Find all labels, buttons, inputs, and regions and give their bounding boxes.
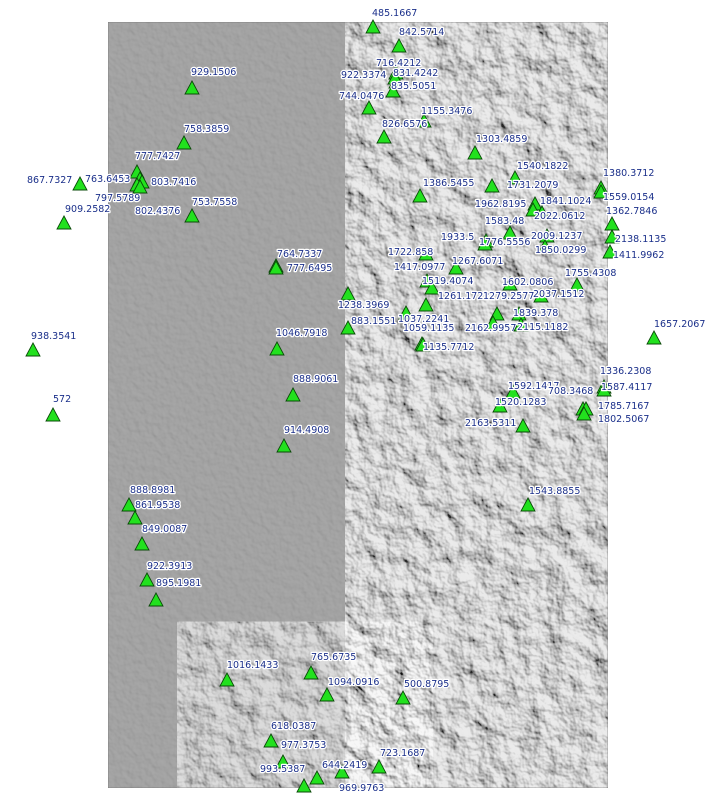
station-marker[interactable]: 909.2582 bbox=[56, 203, 112, 230]
station-elevation-label: 1962.8195 bbox=[475, 199, 526, 210]
station-marker[interactable]: 1839.378 bbox=[511, 306, 560, 321]
station-elevation-label: 929.1506 bbox=[191, 67, 236, 78]
station-elevation-label: 1135.7712 bbox=[423, 342, 474, 353]
station-elevation-label: 2009.1237 bbox=[531, 231, 582, 242]
station-elevation-label: 2115.1182 bbox=[517, 322, 568, 333]
station-elevation-label: 2163.5311 bbox=[465, 418, 516, 429]
station-elevation-label: 1543.8855 bbox=[529, 486, 580, 497]
station-elevation-label: 993.5387 bbox=[260, 764, 305, 775]
triangle-marker-icon[interactable] bbox=[45, 407, 61, 422]
station-elevation-label: 826.6576 bbox=[382, 119, 427, 130]
station-elevation-label: 1267.6071 bbox=[452, 256, 503, 267]
station-elevation-label: 1785.7167 bbox=[598, 401, 649, 412]
station-elevation-label: 2037.1512 bbox=[533, 289, 584, 300]
station-elevation-label: 977.3753 bbox=[281, 740, 326, 751]
triangle-marker-icon[interactable] bbox=[25, 342, 41, 357]
station-elevation-label: 1417.0977 bbox=[394, 262, 445, 273]
station-marker[interactable]: 867.7327 bbox=[26, 174, 88, 191]
station-marker[interactable]: 2009.1237 bbox=[530, 228, 584, 243]
station-elevation-label: 797.5789 bbox=[95, 193, 140, 204]
station-elevation-label: 1059.1135 bbox=[403, 323, 454, 334]
station-elevation-label: 2162.9957 bbox=[465, 323, 516, 334]
station-elevation-label: 1520.1283 bbox=[495, 397, 546, 408]
station-elevation-label: 883.1551 bbox=[351, 316, 396, 327]
station-elevation-label: 888.9061 bbox=[293, 374, 338, 385]
station-elevation-label: 1839.378 bbox=[513, 308, 558, 319]
station-elevation-label: 1094.0916 bbox=[328, 677, 379, 688]
station-elevation-label: 723.1687 bbox=[380, 748, 425, 759]
station-elevation-label: 2138.1135 bbox=[615, 234, 666, 245]
station-elevation-label: 831.4242 bbox=[393, 68, 438, 79]
station-elevation-label: 1583.48 bbox=[485, 216, 524, 227]
station-elevation-label: 572 bbox=[53, 394, 71, 405]
station-marker[interactable]: 1587.4117 bbox=[596, 381, 654, 397]
station-elevation-label: 803.7416 bbox=[151, 177, 196, 188]
station-elevation-label: 618.0387 bbox=[271, 721, 316, 732]
station-elevation-label: 763.6453 bbox=[85, 174, 130, 185]
station-elevation-label: 1362.7846 bbox=[606, 206, 657, 217]
station-elevation-label: 1850.0299 bbox=[535, 245, 586, 256]
station-elevation-label: 1411.9962 bbox=[613, 250, 664, 261]
station-elevation-label: 1933.5 bbox=[441, 232, 474, 243]
station-elevation-label: 765.6735 bbox=[311, 652, 356, 663]
station-elevation-label: 1559.0154 bbox=[603, 192, 654, 203]
station-elevation-label: 744.0476 bbox=[339, 91, 384, 102]
station-elevation-label: 849.0087 bbox=[142, 524, 187, 535]
station-elevation-label: 500.8795 bbox=[404, 679, 449, 690]
station-elevation-label: 758.3859 bbox=[184, 124, 229, 135]
station-elevation-label: 922.3913 bbox=[147, 561, 192, 572]
map-canvas[interactable]: 485.1667842.5714716.4212922.3374 831.4242… bbox=[0, 0, 717, 807]
station-elevation-label: 1776.5556 bbox=[479, 237, 530, 248]
station-elevation-label: 835.5051 bbox=[391, 81, 436, 92]
triangle-marker-icon[interactable] bbox=[56, 215, 72, 230]
terrain-map[interactable]: 485.1667 842.5714 716.4212 922.3374 831.4242… bbox=[0, 0, 717, 807]
station-elevation-label: 485.1667 bbox=[372, 8, 417, 19]
station-elevation-label: 1731.2079 bbox=[507, 180, 558, 191]
station-elevation-label: 938.3541 bbox=[31, 331, 76, 342]
station-elevation-label: 1016.1433 bbox=[227, 660, 278, 671]
station-elevation-label: 1386.5455 bbox=[423, 178, 474, 189]
station-elevation-label: 1303.4859 bbox=[476, 134, 527, 145]
station-elevation-label: 1155.3476 bbox=[421, 106, 472, 117]
station-elevation-label: 1540.1822 bbox=[517, 161, 568, 172]
station-elevation-label: 1587.4117 bbox=[601, 382, 652, 393]
station-elevation-label: 922.3374 bbox=[341, 70, 386, 81]
station-elevation-label: 888.8981 bbox=[130, 485, 175, 496]
station-elevation-label: 1380.3712 bbox=[603, 168, 654, 179]
station-elevation-label: 1722.858 bbox=[388, 247, 433, 258]
station-elevation-label: 1802.5067 bbox=[598, 414, 649, 425]
station-elevation-label: 1519.4074 bbox=[422, 276, 473, 287]
station-elevation-label: 1046.7918 bbox=[276, 328, 327, 339]
station-elevation-label: 644.2419 bbox=[322, 760, 367, 771]
station-elevation-label: 969.9763 bbox=[339, 783, 384, 794]
station-elevation-label: 1336.2308 bbox=[600, 366, 651, 377]
station-elevation-label: 764.7337 bbox=[277, 249, 322, 260]
station-elevation-label: 895.1981 bbox=[156, 578, 201, 589]
station-elevation-label: 1261.1722 bbox=[438, 291, 489, 302]
station-elevation-label: 861.9538 bbox=[135, 500, 180, 511]
station-marker[interactable]: 2138.1135 bbox=[604, 229, 668, 246]
station-elevation-label: 1602.0806 bbox=[502, 277, 553, 288]
station-elevation-label: 708.3468 bbox=[548, 386, 593, 397]
station-marker[interactable]: 1657.2067 bbox=[646, 318, 707, 345]
station-marker[interactable]: 1362.7846 bbox=[604, 205, 659, 231]
station-marker[interactable]: 572 bbox=[45, 393, 72, 422]
station-elevation-label: 842.5714 bbox=[399, 27, 444, 38]
station-marker[interactable]: 938.3541 bbox=[25, 330, 78, 357]
station-elevation-label: 777.6495 bbox=[287, 263, 332, 274]
triangle-marker-icon[interactable] bbox=[646, 330, 662, 345]
station-elevation-label: 802.4376 bbox=[135, 206, 180, 217]
station-elevation-label: 1279.2577 bbox=[483, 291, 534, 302]
station-marker[interactable]: 1411.9962 bbox=[602, 244, 666, 262]
station-elevation-label: 909.2582 bbox=[65, 204, 110, 215]
station-elevation-label: 1755.4308 bbox=[565, 268, 616, 279]
station-elevation-label: 1238.3969 bbox=[338, 300, 389, 311]
station-elevation-label: 753.7558 bbox=[192, 197, 237, 208]
station-elevation-label: 1657.2067 bbox=[654, 319, 705, 330]
station-elevation-label: 777.7427 bbox=[135, 151, 180, 162]
station-elevation-label: 1841.1024 bbox=[540, 196, 591, 207]
station-elevation-label: 2022.0612 bbox=[534, 211, 585, 222]
station-elevation-label: 867.7327 bbox=[27, 175, 72, 186]
station-elevation-label: 914.4908 bbox=[284, 425, 329, 436]
